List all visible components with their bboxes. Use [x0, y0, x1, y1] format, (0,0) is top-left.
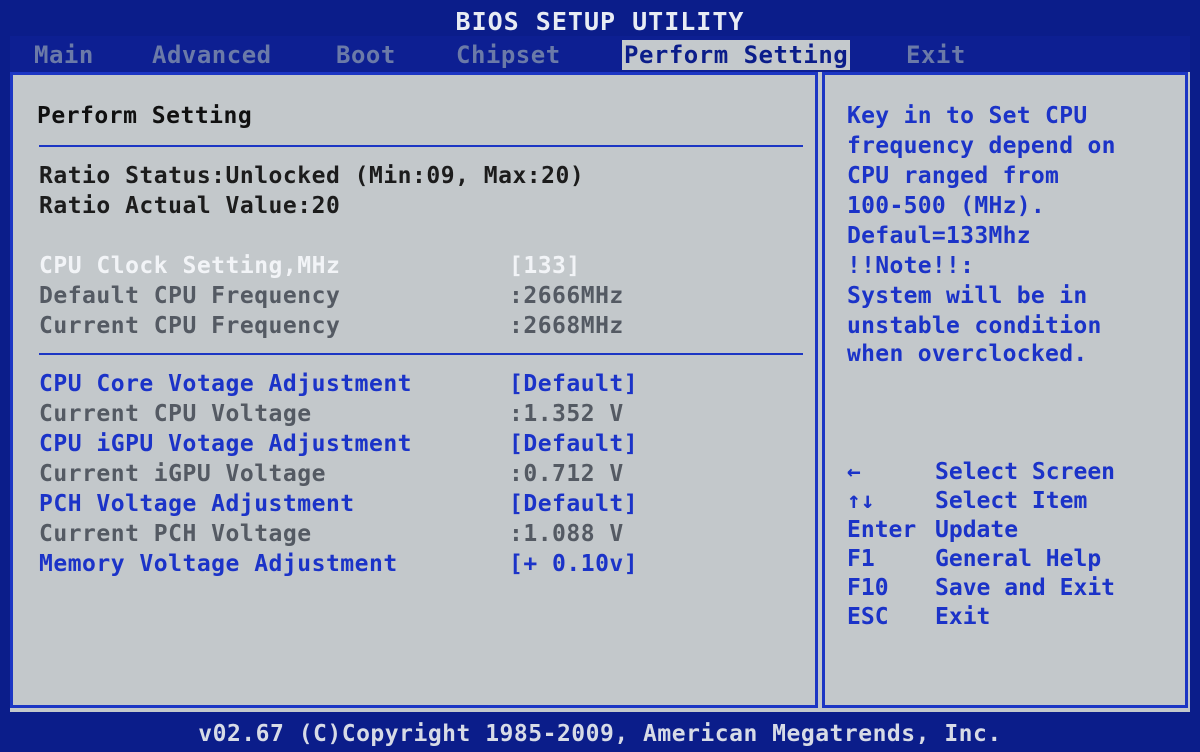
current-igpu-voltage-row: Current iGPU Voltage :0.712 V [39, 461, 624, 487]
igpu-voltage-adjustment-row[interactable]: CPU iGPU Votage Adjustment [Default] [39, 431, 799, 461]
memory-voltage-adjustment-row[interactable]: Memory Voltage Adjustment [+ 0.10v] [39, 551, 799, 581]
key-hint-save-exit: F10 Save and Exit [847, 575, 1116, 601]
menu-tab-perform-setting[interactable]: Perform Setting [622, 40, 851, 70]
help-pane: Key in to Set CPU frequency depend on CP… [822, 72, 1188, 708]
current-cpu-frequency-row: Current CPU Frequency :2668MHz [39, 313, 624, 339]
key-hint-update: Enter Update [847, 517, 1019, 543]
pch-voltage-adjustment-value[interactable]: [Default] [509, 491, 638, 517]
help-text-line: 100-500 (MHz). [847, 193, 1046, 219]
cpu-clock-setting-row[interactable]: CPU Clock Setting,MHz [133] [39, 253, 799, 283]
help-text-line: frequency depend on [847, 133, 1116, 159]
memory-voltage-adjustment-value[interactable]: [+ 0.10v] [509, 551, 638, 577]
bios-title: BIOS SETUP UTILITY [0, 0, 1200, 36]
current-cpu-voltage-row: Current CPU Voltage :1.352 V [39, 401, 624, 427]
help-text-line: Key in to Set CPU [847, 103, 1088, 129]
cpu-core-voltage-adjustment-row[interactable]: CPU Core Votage Adjustment [Default] [39, 371, 799, 401]
current-igpu-voltage-value: :0.712 V [509, 461, 624, 487]
setup-panel: Perform Setting Ratio Status:Unlocked (M… [10, 72, 1190, 712]
key-hint-select-item: ↑↓ Select Item [847, 488, 1088, 514]
help-note-heading: !!Note!!: [847, 253, 975, 279]
key-hint-select-screen: ← Select Screen [847, 459, 1116, 485]
ratio-status-text: Ratio Status:Unlocked (Min:09, Max:20) [39, 163, 585, 189]
cpu-clock-setting-value[interactable]: [133] [509, 253, 581, 279]
current-cpu-voltage-value: :1.352 V [509, 401, 624, 427]
arrow-left-icon: ← [847, 459, 861, 485]
help-text-line: unstable condition [847, 313, 1102, 339]
key-hint-general-help: F1 General Help [847, 546, 1102, 572]
menu-tab-advanced[interactable]: Advanced [152, 40, 272, 70]
default-cpu-frequency-row: Default CPU Frequency :2666MHz [39, 283, 624, 309]
divider-middle [39, 353, 803, 355]
arrow-up-down-icon: ↑↓ [847, 488, 875, 514]
help-text-line: CPU ranged from [847, 163, 1060, 189]
settings-pane: Perform Setting Ratio Status:Unlocked (M… [10, 72, 818, 708]
copyright-footer: v02.67 (C)Copyright 1985-2009, American … [0, 712, 1200, 752]
menu-tab-boot[interactable]: Boot [336, 40, 396, 70]
current-pch-voltage-row: Current PCH Voltage :1.088 V [39, 521, 624, 547]
pch-voltage-adjustment-row[interactable]: PCH Voltage Adjustment [Default] [39, 491, 799, 521]
page-title: Perform Setting [37, 103, 253, 129]
memory-voltage-adjustment-label: Memory Voltage Adjustment [39, 551, 398, 577]
menu-tab-chipset[interactable]: Chipset [456, 40, 561, 70]
cpu-core-voltage-adjustment-value[interactable]: [Default] [509, 371, 638, 397]
pch-voltage-adjustment-label: PCH Voltage Adjustment [39, 491, 355, 517]
help-text-line: Defaul=133Mhz [847, 223, 1031, 249]
menu-bar: Main Advanced Boot Chipset Perform Setti… [10, 36, 1190, 72]
menu-tab-exit[interactable]: Exit [906, 40, 966, 70]
cpu-clock-setting-label: CPU Clock Setting,MHz [39, 253, 341, 279]
default-cpu-frequency-value: :2666MHz [509, 283, 624, 309]
cpu-core-voltage-adjustment-label: CPU Core Votage Adjustment [39, 371, 413, 397]
key-hint-exit: ESC Exit [847, 604, 991, 630]
menu-tab-main[interactable]: Main [34, 40, 94, 70]
current-cpu-frequency-value: :2668MHz [509, 313, 624, 339]
igpu-voltage-adjustment-value[interactable]: [Default] [509, 431, 638, 457]
igpu-voltage-adjustment-label: CPU iGPU Votage Adjustment [39, 431, 413, 457]
current-pch-voltage-value: :1.088 V [509, 521, 624, 547]
help-text-line: when overclocked. [847, 341, 1088, 367]
divider-top [39, 145, 803, 147]
help-text-line: System will be in [847, 283, 1088, 309]
ratio-actual-text: Ratio Actual Value:20 [39, 193, 341, 219]
